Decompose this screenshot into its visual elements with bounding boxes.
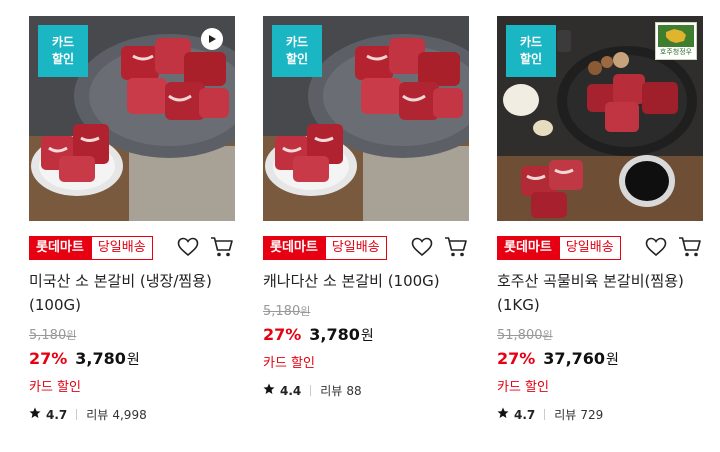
original-price-value: 5,180 bbox=[29, 328, 67, 343]
price-row: 27% 3,780 원 bbox=[263, 325, 469, 345]
rating-row: 4.7 리뷰 729 bbox=[497, 406, 703, 423]
discount-rate: 27% bbox=[497, 349, 536, 368]
review-count: 88 bbox=[346, 383, 362, 398]
original-price-unit: 원 bbox=[66, 329, 77, 342]
price-unit: 원 bbox=[606, 352, 619, 368]
rating-score: 4.7 bbox=[46, 407, 68, 422]
price-unit: 원 bbox=[360, 328, 374, 344]
original-price: 51,800원 bbox=[497, 327, 703, 345]
sale-price: 3,780 bbox=[75, 349, 126, 368]
discount-rate: 27% bbox=[263, 325, 302, 344]
lotte-mart-tag: 롯데마트 bbox=[29, 236, 91, 260]
rating-score: 4.4 bbox=[280, 383, 302, 398]
original-price-unit: 원 bbox=[542, 329, 553, 342]
heart-icon[interactable] bbox=[645, 237, 667, 261]
product-title[interactable]: 호주산 곡물비육 본갈비(찜용) (1KG) bbox=[497, 269, 703, 317]
product-title[interactable]: 캐나다산 소 본갈비 (100G) bbox=[263, 269, 469, 293]
star-icon bbox=[29, 407, 41, 422]
heart-icon[interactable] bbox=[177, 237, 199, 261]
card-sale-label: 카드 할인 bbox=[497, 380, 549, 395]
star-icon bbox=[263, 383, 275, 398]
discount-rate: 27% bbox=[29, 349, 68, 368]
product-image[interactable]: 카드 할인 호주청정우 bbox=[497, 16, 703, 221]
cart-icon[interactable] bbox=[678, 236, 702, 262]
price-row: 27% 37,760 원 bbox=[497, 349, 703, 369]
product-card[interactable]: 카드 할인 롯데마트 당일배송 미국산 소 본갈비 (냉장/찜용) (100G)… bbox=[29, 16, 235, 423]
cart-icon[interactable] bbox=[210, 236, 234, 262]
cart-icon[interactable] bbox=[444, 236, 468, 262]
divider bbox=[544, 409, 546, 420]
original-price-unit: 원 bbox=[300, 305, 311, 318]
product-title[interactable]: 미국산 소 본갈비 (냉장/찜용) (100G) bbox=[29, 269, 235, 317]
product-grid: 카드 할인 롯데마트 당일배송 미국산 소 본갈비 (냉장/찜용) (100G)… bbox=[0, 0, 720, 452]
original-price: 5,180원 bbox=[263, 303, 469, 321]
sale-price: 37,760 bbox=[543, 349, 606, 368]
card-discount-badge: 카드 할인 bbox=[38, 25, 88, 77]
rating-row: 4.7 리뷰 4,998 bbox=[29, 406, 235, 423]
review-label: 리뷰 bbox=[86, 408, 109, 422]
sale-price: 3,780 bbox=[309, 325, 360, 344]
same-day-delivery-tag: 당일배송 bbox=[324, 236, 387, 260]
star-icon bbox=[497, 407, 509, 422]
same-day-delivery-tag: 당일배송 bbox=[90, 236, 153, 260]
review-count: 729 bbox=[580, 407, 604, 422]
australian-beef-certification-badge: 호주청정우 bbox=[655, 22, 697, 60]
rating-row: 4.4 리뷰 88 bbox=[263, 382, 469, 399]
product-image[interactable]: 카드 할인 bbox=[29, 16, 235, 221]
cert-text: 호주청정우 bbox=[659, 48, 693, 56]
card-sale-label: 카드 할인 bbox=[29, 380, 81, 395]
card-discount-badge: 카드 할인 bbox=[272, 25, 322, 77]
review-label: 리뷰 bbox=[320, 384, 343, 398]
price-unit: 원 bbox=[126, 352, 140, 368]
product-image[interactable]: 카드 할인 bbox=[263, 16, 469, 221]
same-day-delivery-tag: 당일배송 bbox=[558, 236, 621, 260]
card-sale-label: 카드 할인 bbox=[263, 356, 315, 371]
heart-icon[interactable] bbox=[411, 237, 433, 261]
review-count: 4,998 bbox=[112, 407, 147, 422]
lotte-mart-tag: 롯데마트 bbox=[497, 236, 559, 260]
lotte-mart-tag: 롯데마트 bbox=[263, 236, 325, 260]
review-label: 리뷰 bbox=[554, 408, 577, 422]
product-card[interactable]: 카드 할인 호주청정우 롯데마트 당일배송 호주산 곡물비육 본갈비(찜용) (… bbox=[497, 16, 703, 423]
australia-map-icon bbox=[658, 25, 694, 47]
divider bbox=[310, 385, 312, 396]
original-price: 5,180원 bbox=[29, 327, 235, 345]
original-price-value: 51,800 bbox=[497, 328, 543, 343]
original-price-value: 5,180 bbox=[263, 304, 301, 319]
card-discount-badge: 카드 할인 bbox=[506, 25, 556, 77]
play-icon[interactable] bbox=[201, 28, 223, 50]
divider bbox=[76, 409, 78, 420]
product-card[interactable]: 카드 할인 롯데마트 당일배송 캐나다산 소 본갈비 (100G) 5,180원… bbox=[263, 16, 469, 399]
rating-score: 4.7 bbox=[514, 407, 536, 422]
price-row: 27% 3,780 원 bbox=[29, 349, 235, 369]
